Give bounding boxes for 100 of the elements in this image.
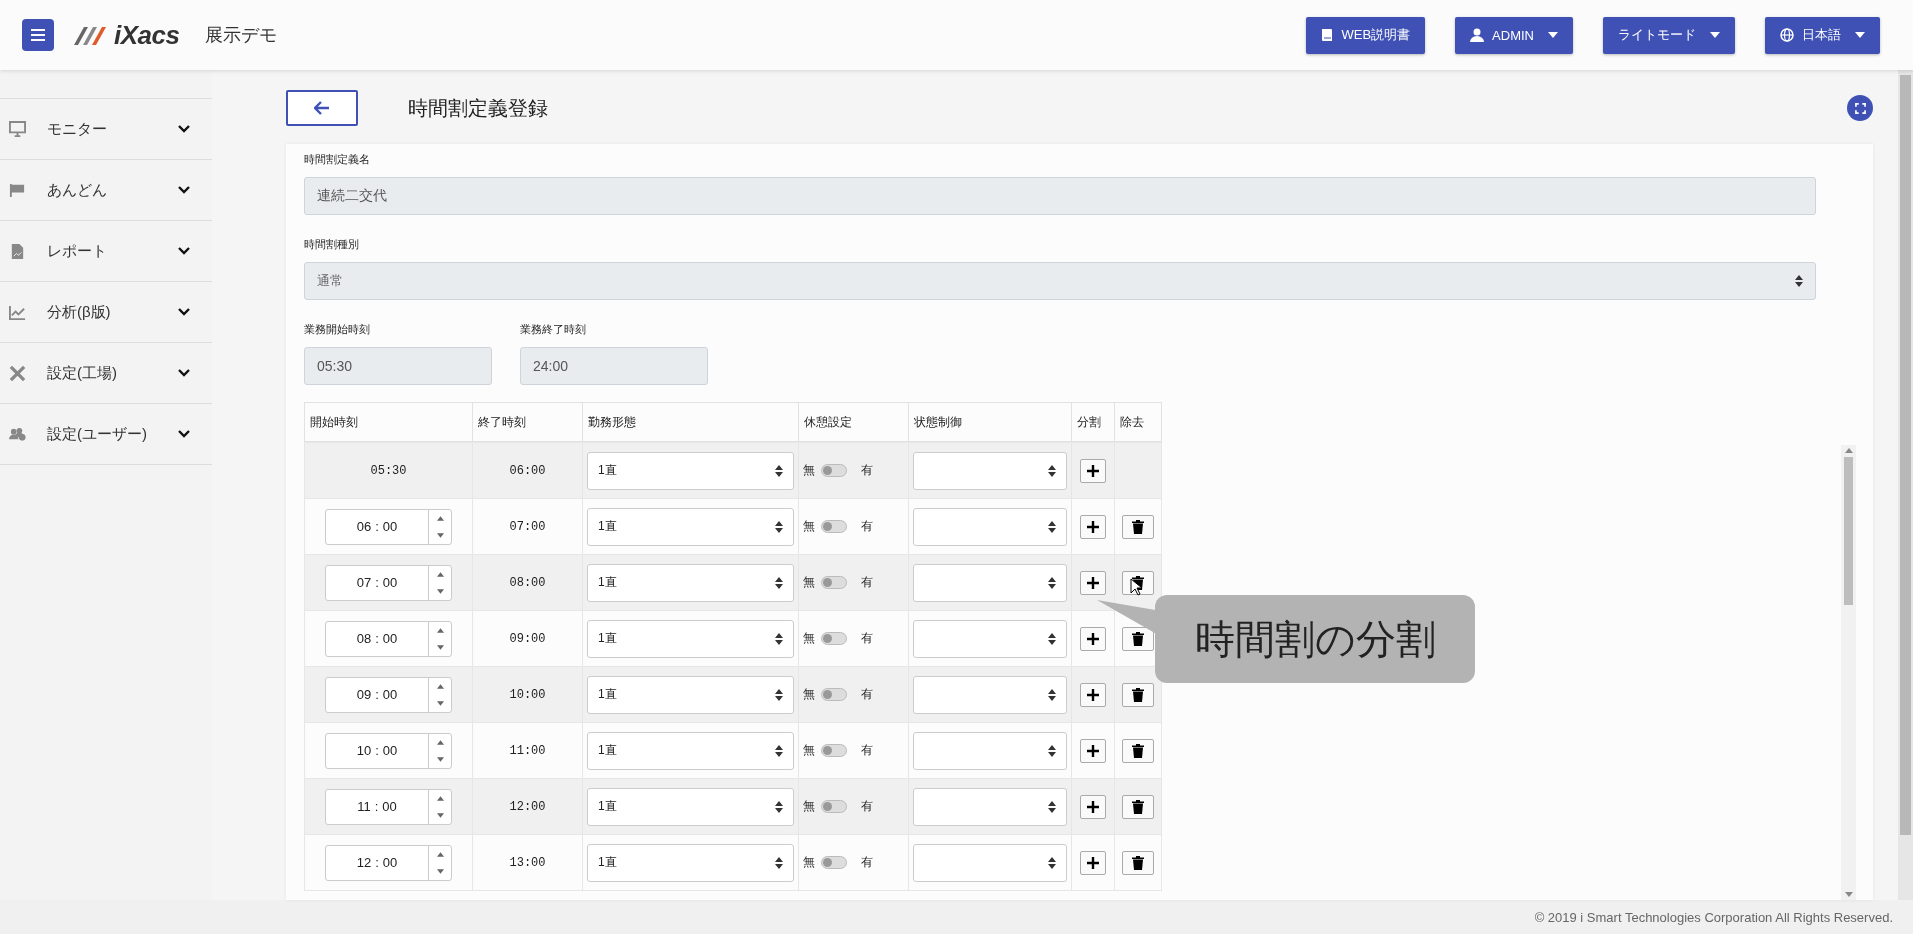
toggle-switch[interactable] — [821, 856, 847, 869]
plus-icon — [1087, 800, 1099, 813]
input-field[interactable]: 05:30 — [304, 347, 492, 385]
back-button[interactable] — [286, 90, 358, 126]
field-label: 業務終了時刻 — [520, 322, 586, 337]
book-icon — [1321, 28, 1334, 42]
time-spinner[interactable]: 10 : 00 — [325, 732, 452, 769]
down-arrow-icon — [436, 756, 444, 762]
toggle-label: 無 — [803, 742, 815, 759]
delete-button[interactable] — [1122, 738, 1154, 763]
user-icon — [1470, 28, 1485, 42]
select-field[interactable] — [913, 451, 1067, 490]
delete-button[interactable] — [1122, 626, 1154, 651]
split-button[interactable] — [1080, 626, 1106, 651]
down-arrow-icon — [436, 644, 444, 650]
scrollbar[interactable] — [1841, 445, 1856, 900]
sort-icon — [775, 520, 783, 533]
fullscreen-button[interactable] — [1847, 95, 1873, 121]
toggle-label: 無 — [803, 686, 815, 703]
toggle-switch[interactable] — [821, 688, 847, 701]
column-header: 状態制御 — [908, 402, 1072, 442]
sort-icon — [775, 632, 783, 645]
select-field[interactable] — [913, 675, 1067, 714]
time-spinner[interactable]: 11 : 00 — [325, 788, 452, 825]
toggle-label: 有 — [861, 686, 873, 703]
select-field[interactable]: 1直 — [587, 507, 794, 546]
plus-icon — [1087, 576, 1099, 589]
plus-icon — [1087, 632, 1099, 645]
table-cell: 10:00 — [472, 666, 583, 723]
toggle-switch[interactable] — [821, 800, 847, 813]
table-cell: 11:00 — [472, 722, 583, 779]
up-arrow-icon — [436, 795, 444, 801]
time-spinner[interactable]: 06 : 00 — [325, 508, 452, 545]
time-spinner[interactable]: 07 : 00 — [325, 564, 452, 601]
toggle-switch[interactable] — [821, 520, 847, 533]
sort-icon — [1048, 688, 1056, 701]
select-field[interactable] — [913, 731, 1067, 770]
sort-icon — [1048, 464, 1056, 477]
field-label: 時間割種別 — [304, 237, 359, 252]
column-header: 開始時刻 — [304, 402, 473, 442]
select-field[interactable]: 1直 — [587, 731, 794, 770]
header-button[interactable]: WEB説明書 — [1306, 16, 1426, 54]
select-field[interactable] — [913, 787, 1067, 826]
select-field[interactable] — [913, 507, 1067, 546]
toggle-switch[interactable] — [821, 464, 847, 477]
split-button[interactable] — [1080, 570, 1106, 595]
select-field[interactable] — [913, 843, 1067, 882]
split-button[interactable] — [1080, 850, 1106, 875]
select-field[interactable] — [913, 619, 1067, 658]
table-cell: 13:00 — [472, 834, 583, 891]
select-field[interactable]: 1直 — [587, 787, 794, 826]
sort-icon — [775, 464, 783, 477]
split-button[interactable] — [1080, 514, 1106, 539]
input-field[interactable]: 24:00 — [520, 347, 708, 385]
input-field[interactable]: 連続二交代 — [304, 177, 1816, 215]
time-spinner[interactable]: 09 : 00 — [325, 676, 452, 713]
trash-icon — [1132, 855, 1144, 870]
toggle-switch[interactable] — [821, 576, 847, 589]
header-button[interactable]: 日本語 — [1765, 16, 1880, 54]
delete-button[interactable] — [1122, 682, 1154, 707]
sidebar-item[interactable]: モニター — [0, 98, 212, 159]
time-spinner[interactable]: 12 : 00 — [325, 844, 452, 881]
select-field[interactable]: 1直 — [587, 843, 794, 882]
select-field[interactable]: 1直 — [587, 563, 794, 602]
trash-icon — [1132, 799, 1144, 814]
sidebar-item[interactable]: 設定(ユーザー) — [0, 403, 212, 465]
toggle-switch[interactable] — [821, 744, 847, 757]
sidebar-item[interactable]: あんどん — [0, 159, 212, 220]
toggle-label: 無 — [803, 798, 815, 815]
select-field[interactable]: 1直 — [587, 675, 794, 714]
sort-icon — [775, 744, 783, 757]
scrollbar[interactable] — [1898, 70, 1913, 900]
delete-button[interactable] — [1122, 514, 1154, 539]
time-spinner[interactable]: 08 : 00 — [325, 620, 452, 657]
header-button[interactable]: ライトモード — [1603, 16, 1735, 54]
split-button[interactable] — [1080, 458, 1106, 483]
down-arrow-icon — [436, 868, 444, 874]
column-header: 除去 — [1114, 402, 1162, 442]
select-field[interactable]: 1直 — [587, 451, 794, 490]
split-button[interactable] — [1080, 794, 1106, 819]
sidebar-item[interactable]: 分析(β版) — [0, 281, 212, 342]
select-field[interactable]: 通常 — [304, 262, 1816, 300]
delete-button[interactable] — [1122, 794, 1154, 819]
delete-button[interactable] — [1122, 850, 1154, 875]
sort-icon — [775, 576, 783, 589]
sidebar-item[interactable]: レポート — [0, 220, 212, 281]
sort-icon — [1048, 800, 1056, 813]
select-field[interactable]: 1直 — [587, 619, 794, 658]
header-button[interactable]: ADMIN — [1455, 16, 1573, 54]
select-field[interactable] — [913, 563, 1067, 602]
split-button[interactable] — [1080, 682, 1106, 707]
toggle-switch[interactable] — [821, 632, 847, 645]
menu-button[interactable] — [22, 19, 54, 51]
sidebar-item[interactable]: 設定(工場) — [0, 342, 212, 403]
toggle-label: 有 — [861, 518, 873, 535]
split-button[interactable] — [1080, 738, 1106, 763]
down-arrow-icon — [436, 588, 444, 594]
users-icon — [8, 425, 26, 443]
sort-icon — [1048, 856, 1056, 869]
trash-icon — [1132, 631, 1144, 646]
